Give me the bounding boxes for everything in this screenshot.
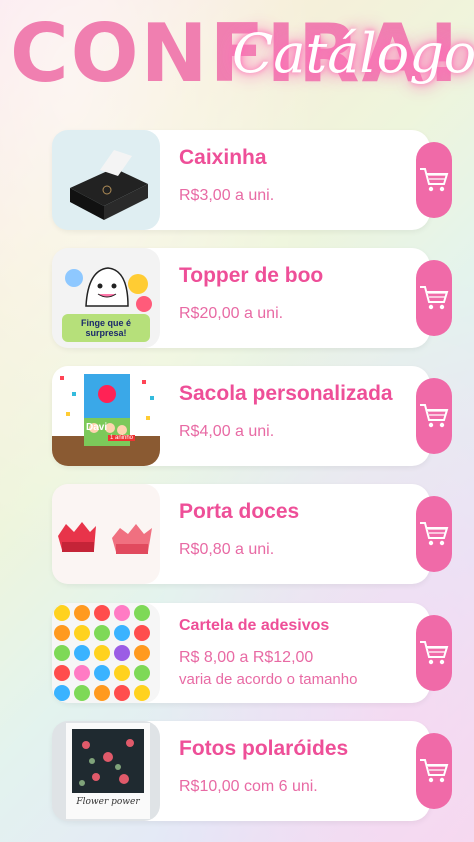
topper-image-text: Finge que é surpresa! [80, 318, 131, 338]
shopping-cart-icon [420, 404, 449, 428]
product-image-cartela [52, 603, 160, 703]
product-price: R$20,00 a uni. [179, 305, 284, 322]
sacola-image-name: Davi [86, 422, 108, 433]
shopping-cart-icon [420, 641, 449, 665]
polaroid-caption: Flower power [76, 797, 140, 807]
product-price: R$3,00 a uni. [179, 187, 275, 204]
product-title: Fotos polaróides [179, 737, 349, 760]
product-price: R$10,00 com 6 uni. [179, 778, 318, 795]
cart-button-polaroides[interactable] [416, 733, 452, 809]
product-image-porta-doces [52, 484, 160, 584]
product-card-porta-doces[interactable]: Porta doces R$0,80 a uni. [52, 484, 430, 584]
cart-button-caixinha[interactable] [416, 142, 452, 218]
product-price: R$4,00 a uni. [179, 423, 275, 440]
shopping-cart-icon [420, 522, 449, 546]
product-title: Cartela de adesivos [179, 617, 330, 634]
product-price: R$0,80 a uni. [179, 541, 275, 558]
cart-button-porta-doces[interactable] [416, 496, 452, 572]
sacola-image-age: 1 aninho [108, 435, 136, 441]
cart-button-cartela[interactable] [416, 615, 452, 691]
catalog-script-title: Catálogo [232, 22, 474, 85]
cart-button-topper[interactable] [416, 260, 452, 336]
product-card-caixinha[interactable]: Caixinha R$3,00 a uni. [52, 130, 430, 230]
product-title: Topper de boo [179, 264, 324, 287]
product-image-sacola: Davi 1 aninho [52, 366, 160, 466]
shopping-cart-icon [420, 168, 449, 192]
product-card-sacola[interactable]: Davi 1 aninho Sacola personalizada R$4,0… [52, 366, 430, 466]
product-title: Sacola personalizada [179, 382, 393, 405]
product-image-caixinha [52, 130, 160, 230]
product-price: R$ 8,00 a R$12,00 varia de acordo o tama… [179, 647, 357, 691]
cart-button-sacola[interactable] [416, 378, 452, 454]
product-image-topper: Finge que é surpresa! [52, 248, 160, 348]
product-price-range: R$ 8,00 a R$12,00 [179, 649, 314, 666]
shopping-cart-icon [420, 286, 449, 310]
shopping-cart-icon [420, 759, 449, 783]
product-card-cartela-adesivos[interactable]: Cartela de adesivos R$ 8,00 a R$12,00 va… [52, 603, 430, 703]
product-title: Caixinha [179, 146, 267, 169]
product-title: Porta doces [179, 500, 300, 523]
product-price-note: varia de acordo o tamanho [179, 671, 358, 688]
product-card-fotos-polaroides[interactable]: Flower power Fotos polaróides R$10,00 co… [52, 721, 430, 821]
product-card-topper[interactable]: Finge que é surpresa! Topper de boo R$20… [52, 248, 430, 348]
product-image-polaroides: Flower power [52, 721, 160, 821]
